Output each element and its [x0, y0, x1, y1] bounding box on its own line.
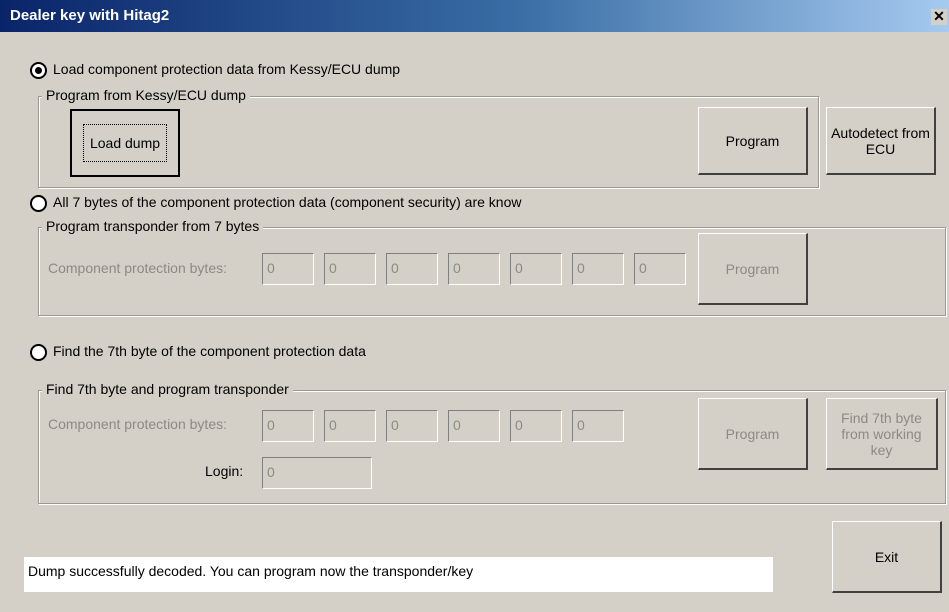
load-dump-label: Load dump — [82, 124, 168, 162]
byte-field[interactable]: 0 — [634, 253, 686, 285]
login-field[interactable]: 0 — [262, 457, 372, 489]
program-label-3: Program — [725, 425, 780, 442]
byte-field[interactable]: 0 — [262, 410, 314, 442]
byte-field[interactable]: 0 — [324, 253, 376, 285]
byte-field[interactable]: 0 — [572, 253, 624, 285]
radio-load-dump[interactable] — [30, 62, 47, 79]
group3-title: Find 7th byte and program transponder — [42, 381, 293, 397]
byte-field[interactable]: 0 — [448, 410, 500, 442]
bytes-label-3: Component protection bytes: — [48, 416, 227, 432]
group-find-7th-byte — [38, 390, 946, 504]
radio-find-7th-byte[interactable] — [30, 344, 47, 361]
close-icon[interactable]: ✕ — [931, 9, 947, 25]
byte-field[interactable]: 0 — [448, 253, 500, 285]
byte-field[interactable]: 0 — [386, 410, 438, 442]
byte-field[interactable]: 0 — [386, 253, 438, 285]
load-dump-button[interactable]: Load dump — [70, 109, 180, 177]
byte-field[interactable]: 0 — [262, 253, 314, 285]
radio-all-7-bytes[interactable] — [30, 195, 47, 212]
status-message: Dump successfully decoded. You can progr… — [24, 557, 773, 592]
login-label: Login: — [205, 463, 244, 479]
byte-field[interactable]: 0 — [510, 253, 562, 285]
title-bar: Dealer key with Hitag2 ✕ — [0, 0, 949, 32]
program-label-1: Program — [725, 132, 780, 149]
option2-label: All 7 bytes of the component protection … — [53, 194, 522, 210]
find-7th-byte-button[interactable]: Find 7th byte from working key — [826, 398, 938, 470]
group2-title: Program transponder from 7 bytes — [42, 218, 264, 234]
bytes-label-2: Component protection bytes: — [48, 260, 227, 276]
program-button-3[interactable]: Program — [698, 398, 808, 470]
exit-label: Exit — [874, 548, 899, 565]
program-button-1[interactable]: Program — [698, 107, 808, 175]
autodetect-button[interactable]: Autodetect from ECU — [826, 107, 936, 175]
exit-button[interactable]: Exit — [832, 521, 942, 593]
window-title: Dealer key with Hitag2 — [10, 7, 170, 24]
group1-title: Program from Kessy/ECU dump — [42, 87, 250, 103]
radio-selected-dot — [35, 67, 42, 74]
autodetect-label: Autodetect from ECU — [831, 124, 930, 157]
find-7th-byte-label: Find 7th byte from working key — [841, 409, 922, 458]
option1-label: Load component protection data from Kess… — [53, 61, 401, 77]
byte-field[interactable]: 0 — [510, 410, 562, 442]
program-label-2: Program — [725, 260, 780, 277]
program-button-2[interactable]: Program — [698, 233, 808, 305]
byte-field[interactable]: 0 — [572, 410, 624, 442]
byte-field[interactable]: 0 — [324, 410, 376, 442]
option3-label: Find the 7th byte of the component prote… — [53, 343, 366, 359]
